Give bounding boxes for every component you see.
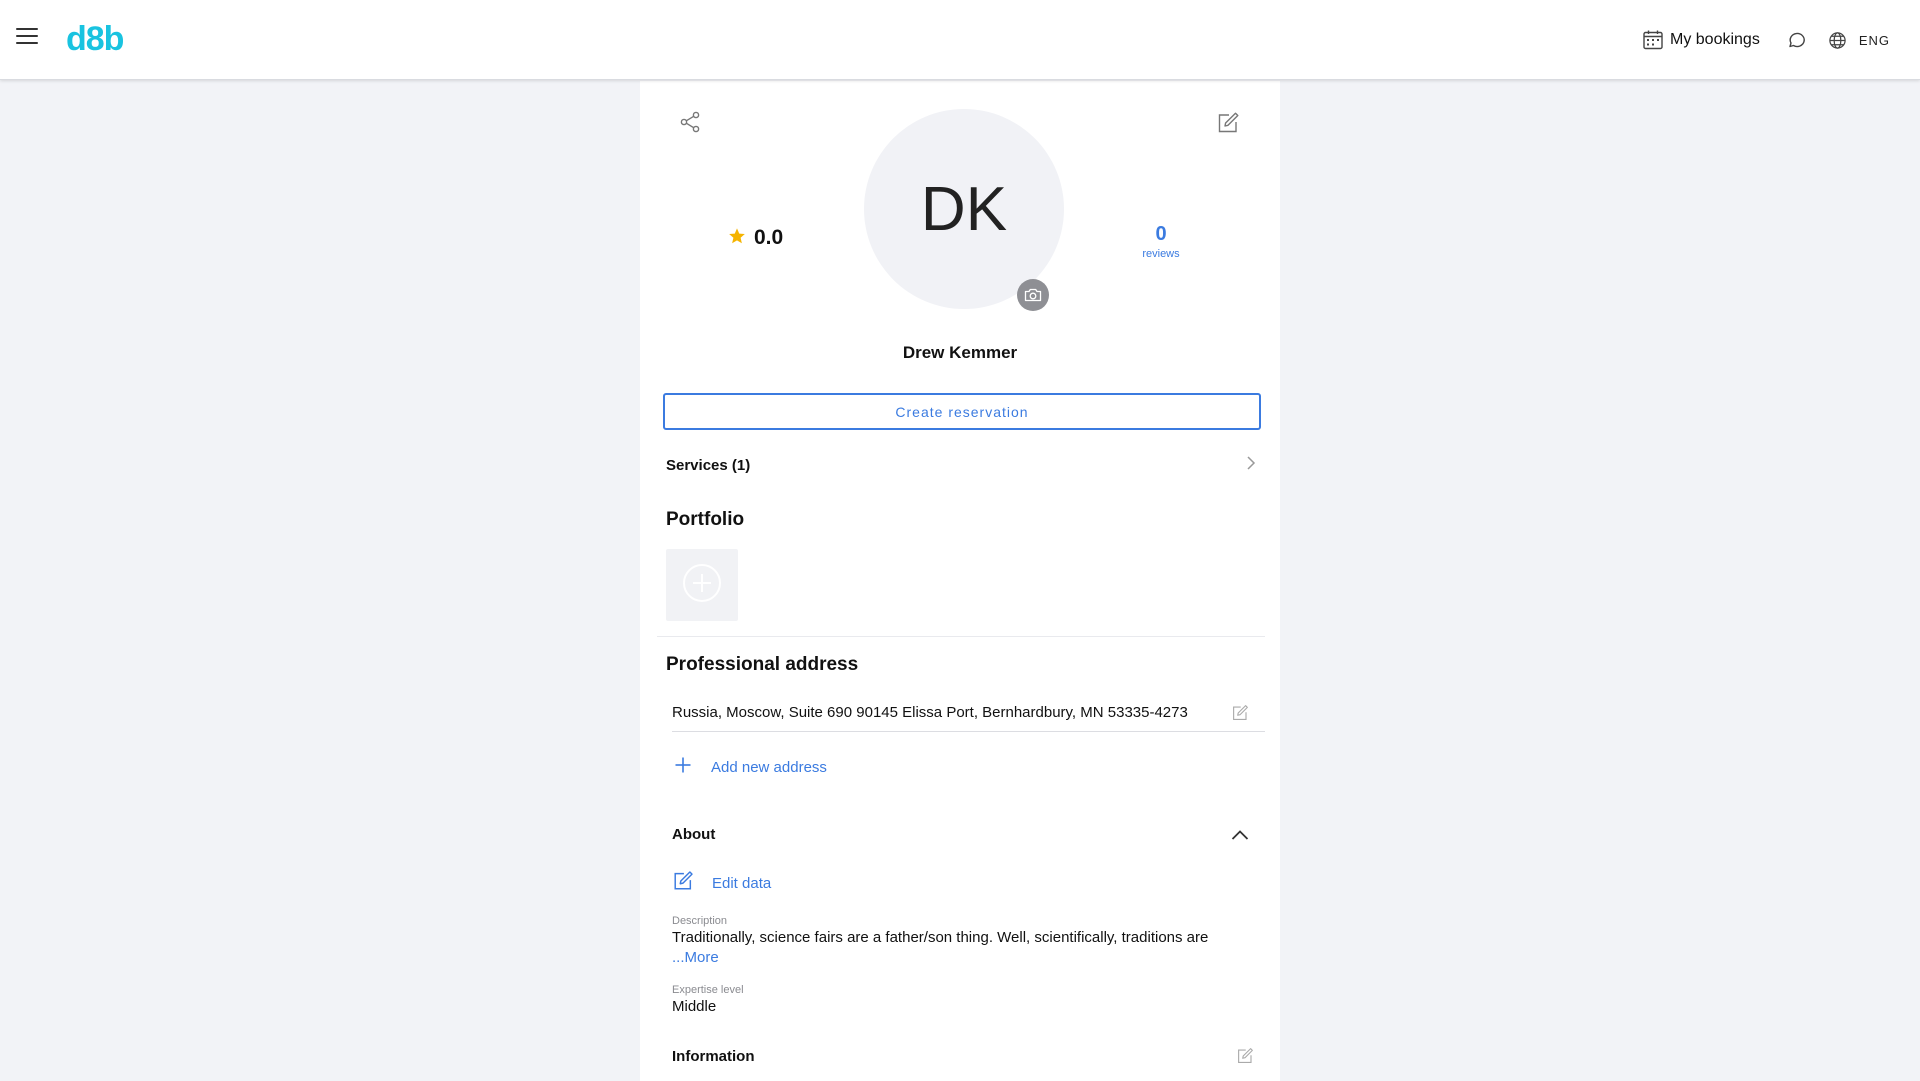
star-icon [728, 227, 746, 250]
portfolio-title: Portfolio [666, 509, 745, 530]
create-reservation-button[interactable]: Create reservation [663, 393, 1261, 430]
add-portfolio-button[interactable] [666, 549, 738, 621]
plus-circle-icon [682, 563, 722, 608]
description-label: Description [672, 915, 728, 927]
divider [657, 636, 1265, 637]
edit-icon [672, 870, 694, 897]
address-text: Russia, Moscow, Suite 690 90145 Elissa P… [672, 704, 1188, 721]
services-row[interactable]: Services (1) [666, 449, 1258, 481]
expertise-level-label: Expertise level [672, 984, 744, 996]
about-title: About [672, 826, 716, 843]
professional-address-title: Professional address [666, 654, 859, 675]
reviews-count: 0 [1155, 223, 1167, 245]
my-bookings-link[interactable]: My bookings [1642, 29, 1760, 51]
top-navigation-bar: d8b My bookings ENG [0, 0, 1920, 80]
edit-data-button[interactable]: Edit data [672, 870, 771, 897]
edit-address-icon[interactable] [1231, 704, 1249, 722]
chevron-up-icon[interactable] [1230, 828, 1250, 842]
add-new-address-button[interactable]: Add new address [674, 756, 827, 779]
description-text: Traditionally, science fairs are a fathe… [672, 929, 1209, 946]
add-new-address-label: Add new address [711, 759, 827, 776]
information-header: Information [672, 1047, 1254, 1065]
about-header[interactable]: About [672, 826, 1250, 843]
chat-icon[interactable] [1786, 30, 1806, 50]
chevron-right-icon [1244, 454, 1258, 477]
services-label: Services (1) [666, 456, 751, 474]
my-bookings-label: My bookings [1670, 31, 1760, 48]
user-name: Drew Kemmer [902, 343, 1018, 362]
address-row: Russia, Moscow, Suite 690 90145 Elissa P… [672, 694, 1265, 732]
rating: 0.0 [728, 226, 783, 250]
expertise-level-value: Middle [672, 998, 717, 1015]
more-link[interactable]: ...More [672, 949, 719, 966]
calendar-icon [1642, 29, 1664, 51]
information-title: Information [672, 1047, 755, 1065]
reviews-link[interactable]: 0 reviews [1118, 223, 1204, 260]
rating-value: 0.0 [754, 226, 784, 249]
language-selector[interactable]: ENG [1828, 31, 1890, 50]
logo[interactable]: d8b [66, 20, 124, 59]
share-icon[interactable] [678, 110, 702, 139]
menu-icon[interactable] [16, 28, 38, 50]
language-label: ENG [1858, 32, 1890, 48]
edit-data-label: Edit data [712, 875, 772, 892]
camera-icon[interactable] [1017, 279, 1049, 311]
profile-card: 0.0 DK 0 reviews Drew Kemmer Create rese… [640, 81, 1280, 1081]
plus-icon [674, 756, 692, 779]
reviews-label: reviews [1142, 248, 1180, 260]
edit-icon[interactable] [1216, 111, 1240, 140]
edit-information-icon[interactable] [1236, 1047, 1254, 1065]
globe-icon [1828, 31, 1847, 50]
header-actions: My bookings ENG [1642, 0, 1890, 80]
